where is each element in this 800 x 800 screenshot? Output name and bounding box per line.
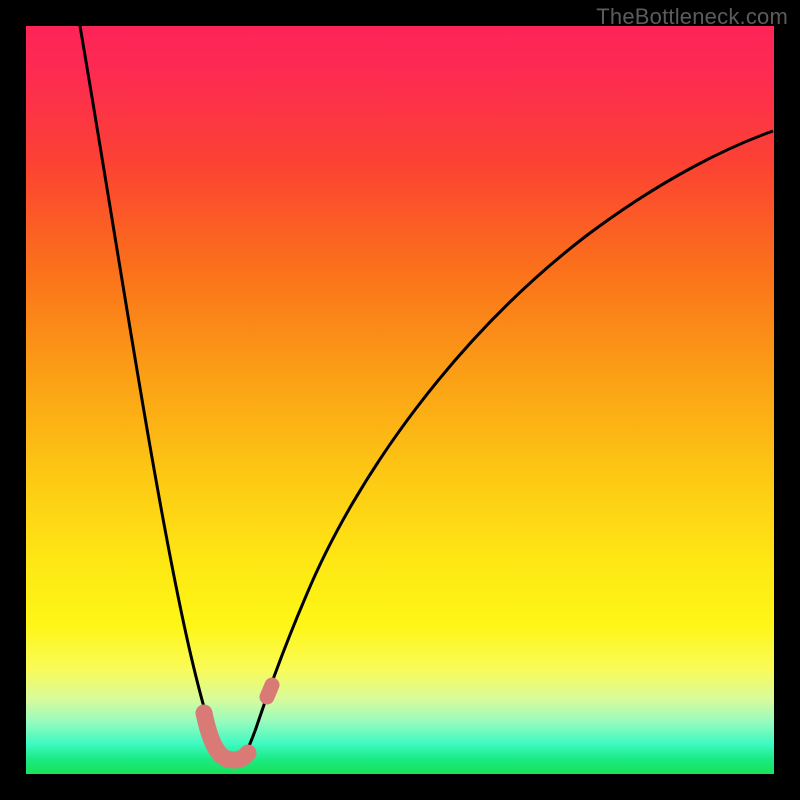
plot-area	[26, 26, 774, 774]
chart-frame: TheBottleneck.com	[0, 0, 800, 800]
left-curve	[80, 26, 255, 759]
left-l-marker	[204, 713, 248, 760]
right-curve	[255, 131, 773, 731]
right-dot-marker	[267, 685, 272, 697]
watermark-text: TheBottleneck.com	[596, 4, 788, 30]
curve-layer	[26, 26, 774, 774]
